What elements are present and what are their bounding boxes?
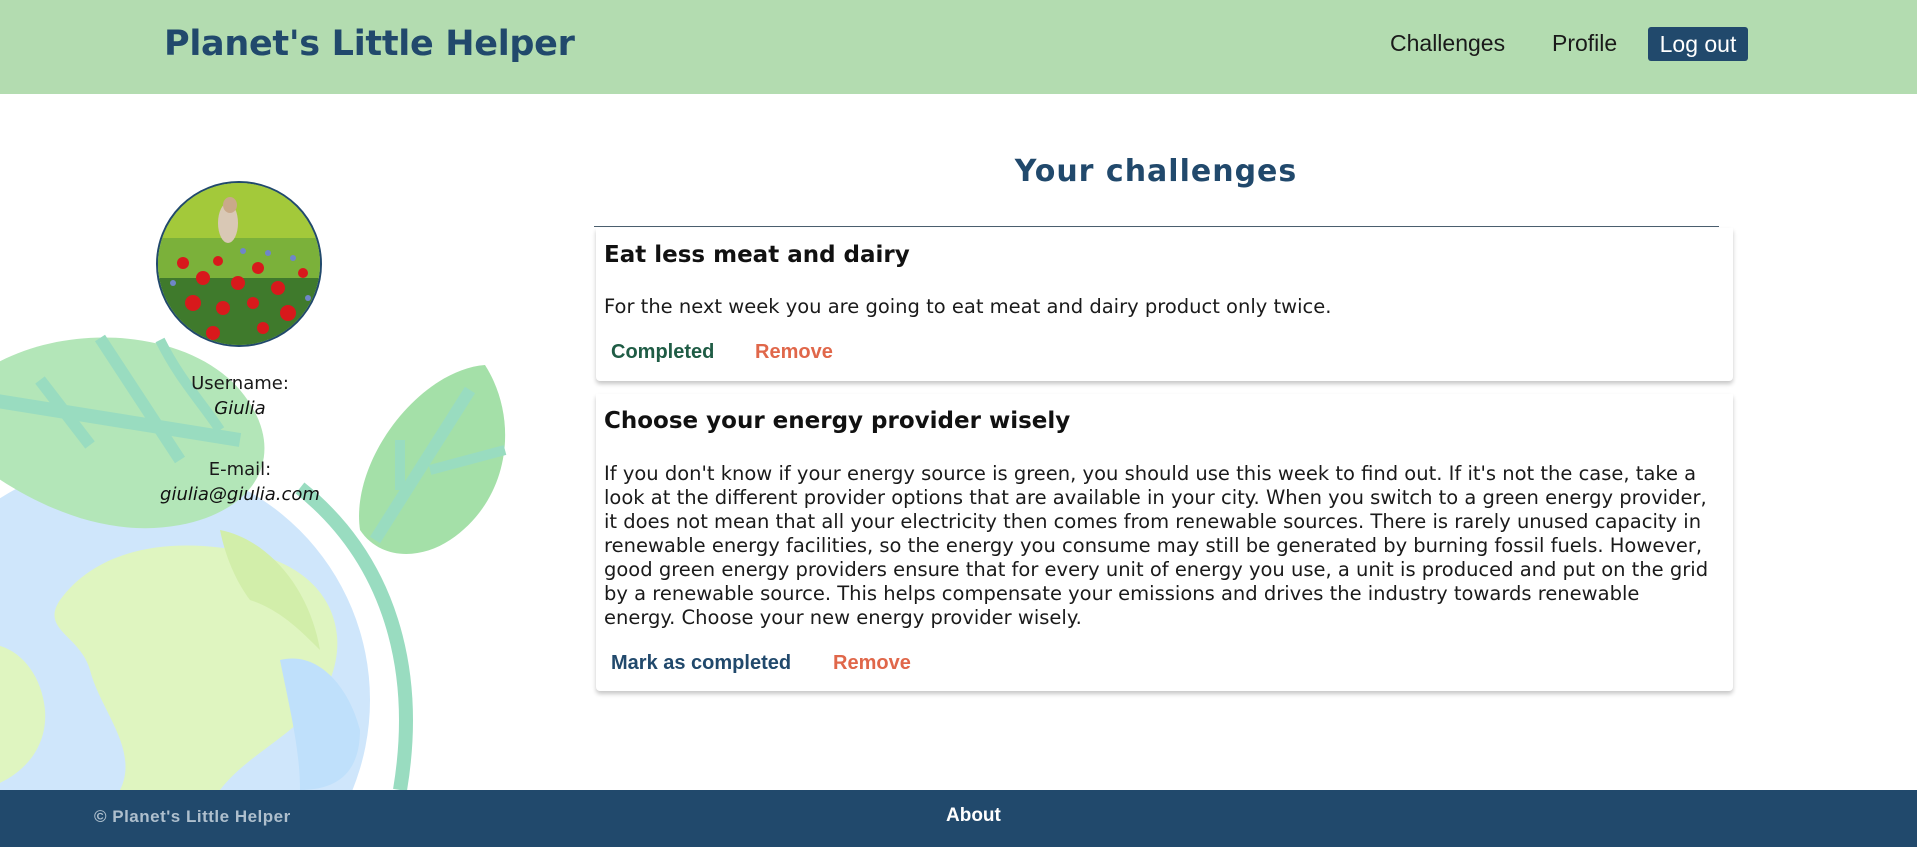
title-divider — [594, 226, 1719, 227]
top-navbar: Planet's Little Helper Challenges Profil… — [0, 0, 1917, 94]
completed-button[interactable]: Completed — [611, 341, 714, 364]
profile-avatar — [156, 181, 322, 347]
remove-button[interactable]: Remove — [755, 341, 833, 364]
footer-copyright: © Planet's Little Helper — [94, 807, 291, 826]
challenge-card: Choose your energy provider wisely If yo… — [596, 394, 1733, 691]
remove-button[interactable]: Remove — [833, 652, 911, 675]
challenge-title: Choose your energy provider wisely — [604, 408, 1071, 434]
logout-button[interactable]: Log out — [1648, 27, 1748, 61]
nav-challenges-link[interactable]: Challenges — [1390, 30, 1505, 57]
username-label: Username: — [191, 373, 289, 394]
username-value: Giulia — [214, 398, 266, 419]
page-title: Your challenges — [1014, 154, 1298, 189]
email-label: E-mail: — [208, 459, 272, 480]
avatar-photo — [158, 183, 320, 345]
mark-as-completed-button[interactable]: Mark as completed — [611, 652, 791, 675]
footer: © Planet's Little Helper About — [0, 790, 1917, 847]
challenge-card: Eat less meat and dairy For the next wee… — [596, 228, 1733, 381]
nav-profile-link[interactable]: Profile — [1552, 30, 1617, 57]
brand-title[interactable]: Planet's Little Helper — [164, 24, 575, 64]
footer-about-link[interactable]: About — [946, 805, 1001, 827]
challenge-description: If you don't know if your energy source … — [604, 462, 1709, 629]
challenge-description: For the next week you are going to eat m… — [604, 295, 1332, 318]
challenge-title: Eat less meat and dairy — [604, 242, 910, 268]
email-value: giulia@giulia.com — [160, 484, 320, 505]
